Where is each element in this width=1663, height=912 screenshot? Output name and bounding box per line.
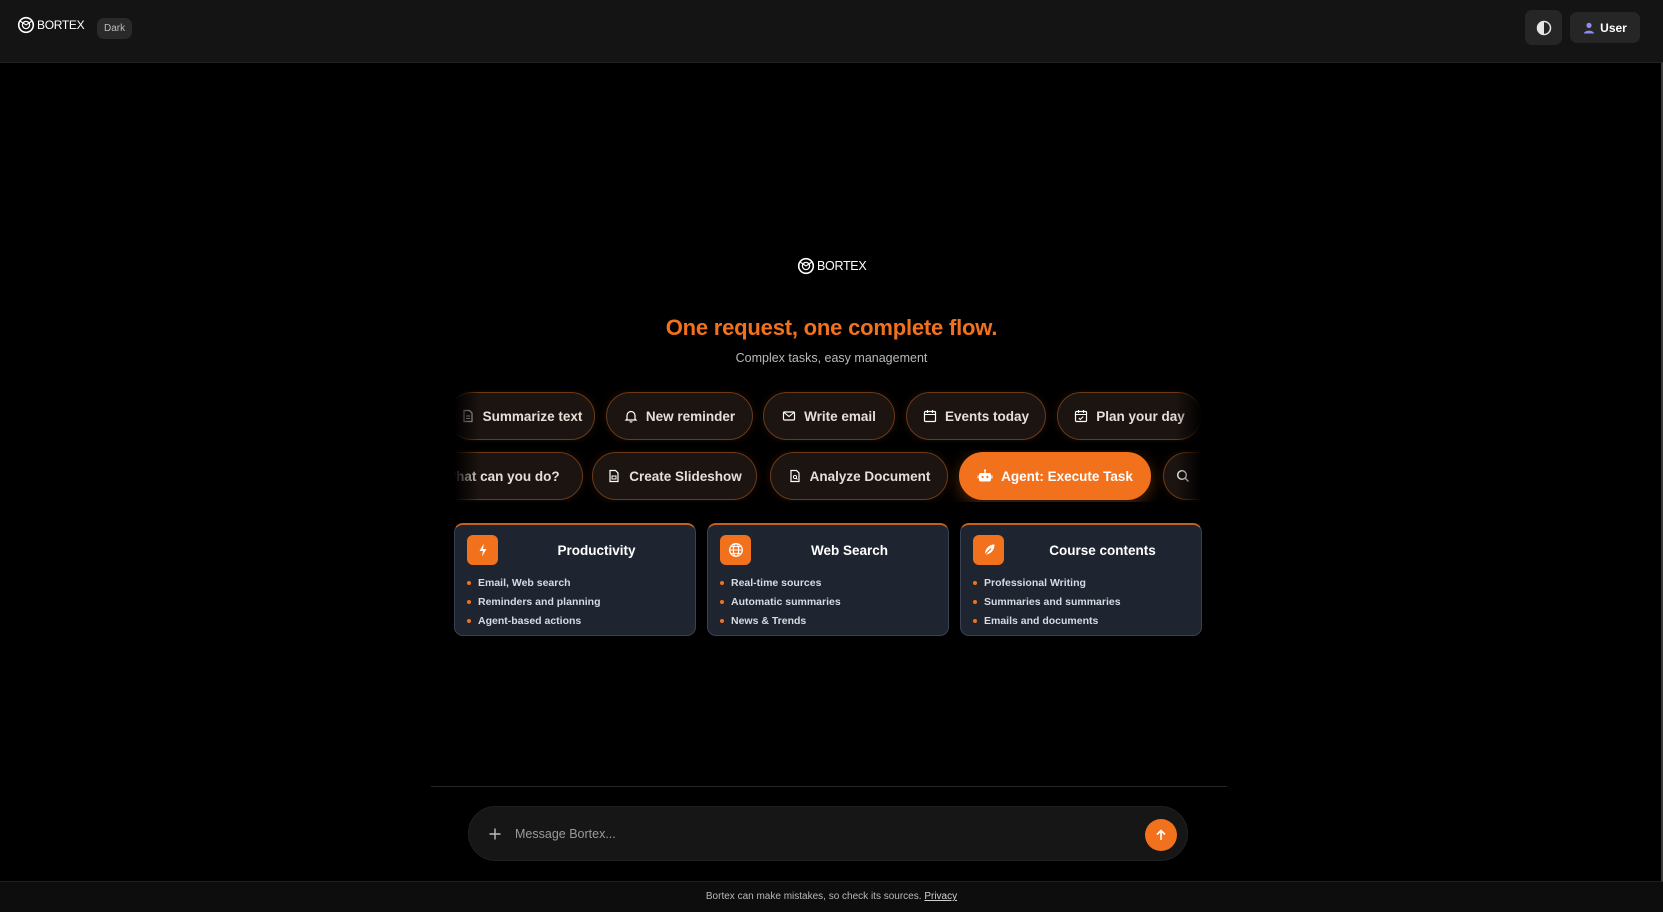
hero-subtitle: Complex tasks, easy management <box>735 351 928 365</box>
message-input[interactable] <box>515 822 1095 846</box>
list-item: Emails and documents <box>973 611 1121 630</box>
chip-events-today[interactable]: Events today <box>906 392 1046 440</box>
chip-label: Write email <box>804 408 876 424</box>
card-productivity[interactable]: Productivity Email, Web search Reminders… <box>454 523 696 636</box>
bullet-dot <box>467 580 471 585</box>
message-composer <box>468 806 1188 861</box>
theme-badge[interactable]: Dark <box>97 18 133 39</box>
user-button[interactable]: User <box>1570 12 1640 43</box>
privacy-link[interactable]: Privacy <box>924 891 957 902</box>
list-item: Reminders and planning <box>467 592 601 611</box>
app-page: BORTEX Dark User BORTEX One request, one… <box>0 0 1663 912</box>
send-button[interactable] <box>1145 819 1177 851</box>
hero-wordmark: BORTEX <box>817 259 867 273</box>
plus-icon <box>489 828 501 840</box>
card-feature-list: Email, Web search Reminders and planning… <box>467 573 601 630</box>
chip-analyze-document[interactable]: Analyze Document <box>770 452 948 500</box>
chip-label: Agent: Execute Task <box>1001 468 1133 484</box>
list-item-text: Agent-based actions <box>478 614 582 627</box>
composer-divider <box>431 786 1227 787</box>
globe-icon <box>728 543 743 557</box>
card-feature-list: Professional Writing Summaries and summa… <box>973 573 1121 630</box>
list-item: Email, Web search <box>467 573 601 592</box>
card-title: Course contents <box>1049 543 1156 558</box>
chip-label: Summarize text <box>482 408 583 424</box>
attach-button[interactable] <box>487 826 503 842</box>
brand-wordmark: BORTEX <box>37 18 85 32</box>
chip-label: New reminder <box>645 408 736 424</box>
suggestion-row-2: What can you do? Create Slideshow Analyz… <box>454 450 1202 502</box>
chip-label: Events today <box>944 408 1030 424</box>
file-text-icon <box>462 409 473 423</box>
card-web-search[interactable]: Web Search Real-time sources Automatic s… <box>707 523 949 636</box>
chip-label: What can you do? <box>454 468 560 484</box>
footer-notice: Bortex can make mistakes, so check its s… <box>705 891 922 902</box>
bullet-dot <box>973 618 977 623</box>
brand-logo[interactable]: BORTEX <box>17 16 85 34</box>
chip-summarize-text[interactable]: Summarize text <box>454 392 595 440</box>
list-item-text: Automatic summaries <box>731 595 841 608</box>
card-icon-badge <box>720 535 751 565</box>
list-item-text: News & Trends <box>731 614 807 627</box>
bullet-dot <box>720 580 724 585</box>
search-icon <box>1176 469 1190 483</box>
hero-logo: BORTEX <box>797 257 867 275</box>
list-item: Agent-based actions <box>467 611 601 630</box>
arrow-up-icon <box>1156 829 1166 840</box>
chip-create-slideshow[interactable]: Create Slideshow <box>592 452 757 500</box>
chip-write-email[interactable]: Write email <box>763 392 895 440</box>
theme-toggle-button[interactable] <box>1525 10 1562 45</box>
lightning-icon <box>479 543 486 557</box>
card-title: Web Search <box>810 543 889 558</box>
list-item-text: Reminders and planning <box>478 595 601 608</box>
list-item-text: Real-time sources <box>731 576 822 589</box>
chip-label: Analyze Document <box>809 468 931 484</box>
file-search-icon <box>790 469 800 483</box>
list-item: Real-time sources <box>720 573 841 592</box>
card-title: Productivity <box>557 543 636 558</box>
bullet-dot <box>720 599 724 604</box>
card-icon-badge <box>467 535 498 565</box>
chip-what-can-you-do[interactable]: What can you do? <box>454 452 583 500</box>
list-item: Automatic summaries <box>720 592 841 611</box>
chip-plan-your-day[interactable]: Plan your day <box>1057 392 1202 440</box>
hero-title: One request, one complete flow. <box>665 315 998 340</box>
list-item-text: Email, Web search <box>478 576 571 589</box>
card-icon-badge <box>973 535 1004 565</box>
bullet-dot <box>720 618 724 623</box>
list-item: Professional Writing <box>973 573 1121 592</box>
file-slides-icon <box>609 469 619 483</box>
robot-icon <box>977 469 993 482</box>
chip-label: Create Slideshow <box>629 468 742 484</box>
list-item-text: Professional Writing <box>984 576 1086 589</box>
user-icon <box>1584 22 1595 33</box>
contrast-icon <box>1536 20 1551 35</box>
bullet-dot <box>467 618 471 623</box>
chip-new-reminder[interactable]: New reminder <box>606 392 753 440</box>
bell-icon <box>624 410 638 423</box>
bullet-dot <box>467 599 471 604</box>
bortex-logo-icon <box>17 16 35 34</box>
mail-icon <box>783 411 796 421</box>
user-label: User <box>1600 20 1627 35</box>
top-bar: BORTEX Dark User <box>0 0 1663 63</box>
list-item-text: Summaries and summaries <box>984 595 1121 608</box>
list-item: News & Trends <box>720 611 841 630</box>
list-item: Summaries and summaries <box>973 592 1121 611</box>
chip-agent-execute-task[interactable]: Agent: Execute Task <box>959 452 1151 500</box>
card-course-contents[interactable]: Course contents Professional Writing Sum… <box>960 523 1202 636</box>
chip-search[interactable] <box>1163 452 1202 500</box>
bortex-logo-icon <box>797 257 815 275</box>
calendar-icon <box>923 410 937 423</box>
card-feature-list: Real-time sources Automatic summaries Ne… <box>720 573 841 630</box>
list-item-text: Emails and documents <box>984 614 1099 627</box>
chip-label: Plan your day <box>1096 408 1185 424</box>
calendar-check-icon <box>1075 410 1088 423</box>
bullet-dot <box>973 580 977 585</box>
suggestion-row-1: Summarize text New reminder Write email … <box>454 390 1202 442</box>
bullet-dot <box>973 599 977 604</box>
footer: Bortex can make mistakes, so check its s… <box>0 881 1663 912</box>
feather-icon <box>982 544 994 557</box>
